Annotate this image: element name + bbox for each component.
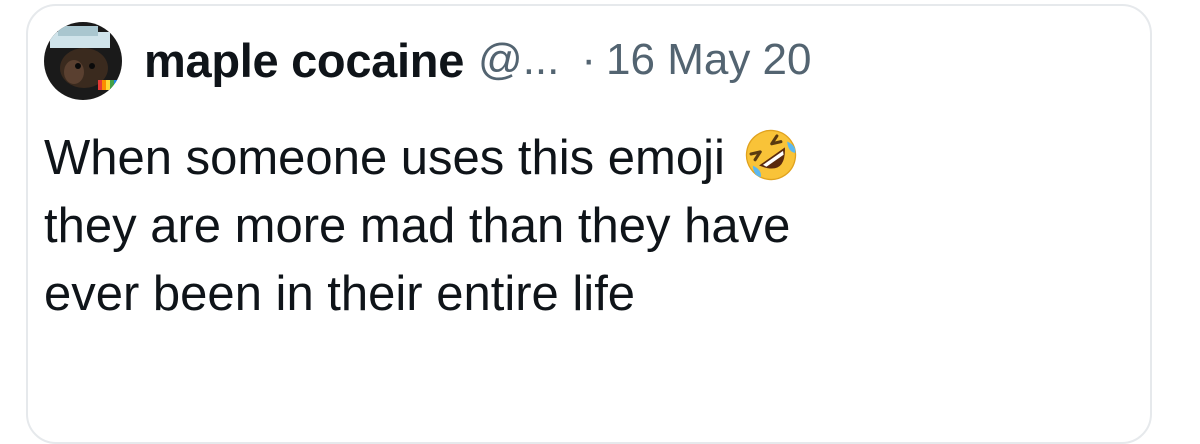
tweet-text-line-3: ever been in their entire life	[44, 267, 636, 321]
display-name[interactable]: maple cocaine	[144, 33, 464, 88]
rolling-on-the-floor-laughing-icon	[745, 129, 796, 181]
tweet-text-line: When someone uses this emoji	[44, 124, 1134, 192]
tweet-header: maple cocaine @... · 16 May 20	[144, 30, 812, 90]
tweet-text-line-1: When someone uses this emoji	[44, 131, 725, 185]
avatar[interactable]	[44, 22, 122, 100]
tweet-text-line-2: they are more mad than they have	[44, 199, 791, 253]
separator-dot: ·	[581, 35, 597, 84]
tweet-date[interactable]: 16 May 20	[606, 35, 811, 85]
user-handle[interactable]: @...	[478, 35, 559, 85]
avatar-image	[44, 22, 122, 100]
tweet-text: When someone uses this emoji they are mo…	[44, 124, 1134, 328]
